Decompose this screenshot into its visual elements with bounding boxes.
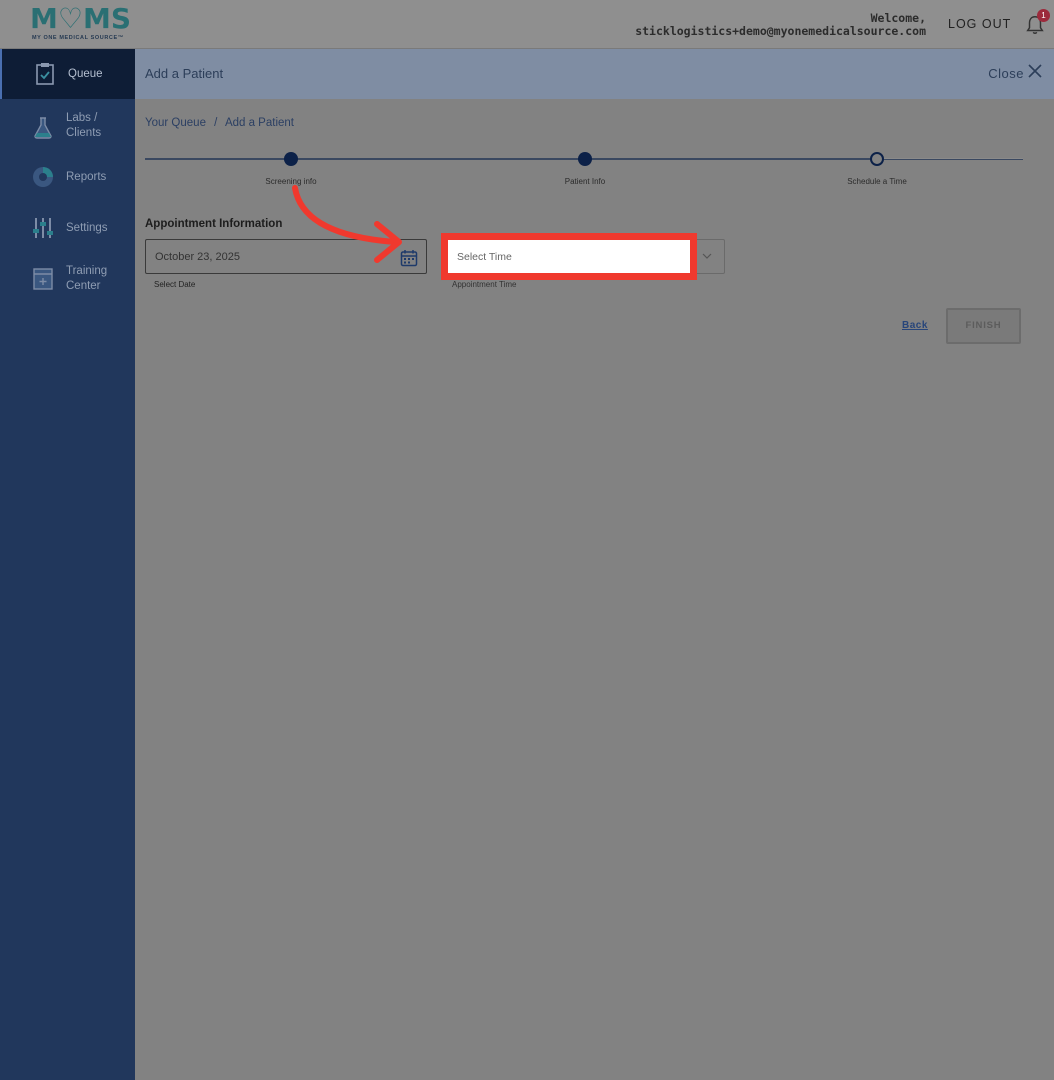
step-patient-info-dot <box>578 152 592 166</box>
flask-icon <box>34 117 52 139</box>
calendar-icon[interactable] <box>400 249 418 267</box>
appointment-information-heading: Appointment Information <box>145 218 283 230</box>
sidebar-item-label: Queue <box>68 68 103 80</box>
date-value: October 23, 2025 <box>155 251 241 263</box>
sidebar-item-queue[interactable]: Queue <box>0 49 135 99</box>
clipboard-check-icon <box>36 63 54 85</box>
time-helper-text: Appointment Time <box>452 280 517 289</box>
page-title-bar: Add a Patient Close <box>135 49 1054 99</box>
breadcrumb-add-patient[interactable]: Add a Patient <box>225 117 294 129</box>
step-label-screening-info: Screening info <box>265 177 317 186</box>
chevron-down-icon[interactable] <box>702 252 712 260</box>
appointment-date-field[interactable]: October 23, 2025 <box>145 239 427 274</box>
user-email: sticklogistics+demo@myonemedicalsource.c… <box>635 24 926 38</box>
date-helper-text: Select Date <box>154 280 196 289</box>
breadcrumb: Your Queue / Add a Patient <box>145 117 294 129</box>
sidebar-item-label: Settings <box>66 222 108 234</box>
logo-wordmark: M♡MS <box>30 2 132 35</box>
sidebar-item-reports[interactable]: Reports <box>0 152 135 202</box>
step-label-schedule-time: Schedule a Time <box>847 177 907 186</box>
sidebar-item-training-center[interactable]: Training Center <box>0 259 135 309</box>
sidebar-item-label: Training Center <box>66 265 108 292</box>
close-icon[interactable] <box>1028 64 1042 78</box>
close-label: Close <box>988 66 1024 81</box>
book-icon <box>33 268 53 290</box>
sidebar-item-label: Labs / Clients <box>66 112 102 139</box>
step-label-patient-info: Patient Info <box>564 177 606 186</box>
highlighted-time-input[interactable] <box>441 233 697 280</box>
sidebar-item-settings[interactable]: Settings <box>0 203 135 253</box>
stepper-track-remaining <box>877 158 1023 159</box>
top-header: M♡MS MY ONE MEDICAL SOURCE™ Welcome, sti… <box>0 0 1054 49</box>
sidebar-nav: Queue Labs / Clients Reports Settings Tr… <box>0 49 135 1080</box>
sidebar-item-labs-clients[interactable]: Labs / Clients <box>0 104 135 154</box>
breadcrumb-separator: / <box>214 117 218 129</box>
finish-button[interactable]: FINISH <box>946 308 1021 344</box>
sidebar-item-label: Reports <box>66 171 107 183</box>
notification-count-badge: 1 <box>1037 9 1050 22</box>
select-time-input[interactable] <box>455 247 683 266</box>
step-schedule-time-dot <box>870 152 884 166</box>
logout-button[interactable]: LOG OUT <box>948 17 1011 31</box>
page-title: Add a Patient <box>145 66 224 81</box>
pie-chart-icon <box>33 167 53 187</box>
logo-tagline: MY ONE MEDICAL SOURCE™ <box>32 35 124 41</box>
close-button[interactable]: Close <box>988 64 1042 81</box>
breadcrumb-your-queue[interactable]: Your Queue <box>145 117 206 129</box>
sliders-icon <box>33 218 53 238</box>
welcome-message: Welcome, sticklogistics+demo@myonemedica… <box>635 12 926 38</box>
back-link[interactable]: Back <box>902 320 928 331</box>
moms-logo[interactable]: M♡MS MY ONE MEDICAL SOURCE™ <box>30 4 140 44</box>
step-screening-info-dot <box>284 152 298 166</box>
